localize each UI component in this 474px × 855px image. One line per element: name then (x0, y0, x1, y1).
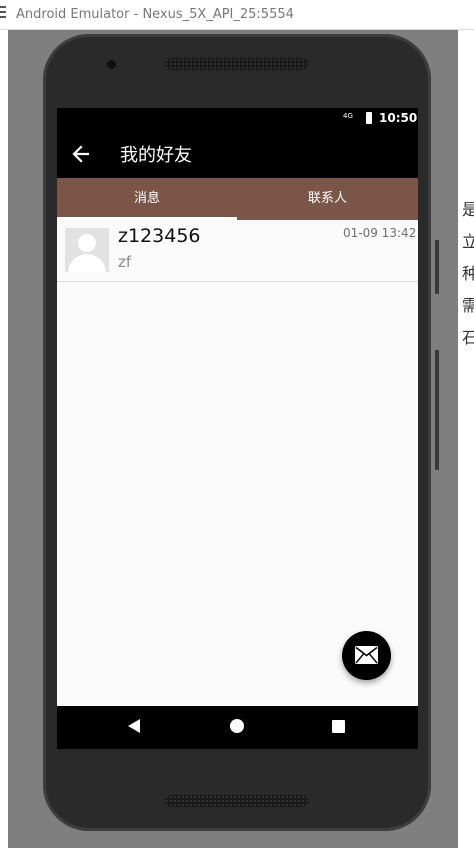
battery-icon (366, 112, 372, 124)
home-circle-icon[interactable] (230, 719, 244, 733)
earpiece-speaker (165, 58, 309, 70)
background-text-fragment: 需 (462, 296, 474, 315)
volume-button[interactable] (435, 350, 439, 470)
status-time: 10:50 (379, 111, 418, 125)
window-title: Android Emulator - Nexus_5X_API_25:5554 (16, 7, 294, 22)
front-camera (107, 60, 116, 69)
power-button[interactable] (435, 240, 439, 294)
tab-contacts[interactable]: 联系人 (237, 178, 418, 220)
tab-messages[interactable]: 消息 (57, 178, 237, 220)
back-triangle-icon[interactable] (128, 719, 140, 733)
navigation-bar (57, 706, 418, 749)
bottom-speaker (165, 795, 309, 807)
menu-icon[interactable] (0, 6, 6, 20)
phone-screen: 4G 10:50 我的好友 消息 联系人 z123456 zf 01-09 13… (57, 108, 418, 749)
message-preview: zf (118, 253, 132, 271)
background-text-fragment: 立 (462, 232, 474, 251)
background-document-text: 是 立 种 需 石 (462, 196, 474, 356)
compose-message-button[interactable] (342, 631, 391, 680)
tab-bar: 消息 联系人 (57, 178, 418, 220)
default-avatar-icon (65, 228, 109, 272)
background-text-fragment: 种 (462, 264, 474, 283)
mail-icon (355, 646, 378, 664)
page-title: 我的好友 (120, 145, 192, 166)
background-document-strip (458, 30, 474, 848)
status-bar: 4G 10:50 (57, 108, 418, 130)
signal-icon: 4G (343, 112, 353, 120)
emulator-title-bar: Android Emulator - Nexus_5X_API_25:5554 (0, 0, 474, 30)
conversation-row[interactable]: z123456 zf 01-09 13:42 (57, 220, 418, 282)
arrow-left-icon[interactable] (71, 143, 91, 165)
background-text-fragment: 石 (462, 328, 474, 347)
message-timestamp: 01-09 13:42 (343, 226, 417, 240)
background-text-fragment: 是 (462, 200, 474, 219)
contact-name: z123456 (118, 225, 201, 247)
app-bar: 我的好友 (57, 130, 418, 178)
recents-square-icon[interactable] (332, 720, 345, 733)
